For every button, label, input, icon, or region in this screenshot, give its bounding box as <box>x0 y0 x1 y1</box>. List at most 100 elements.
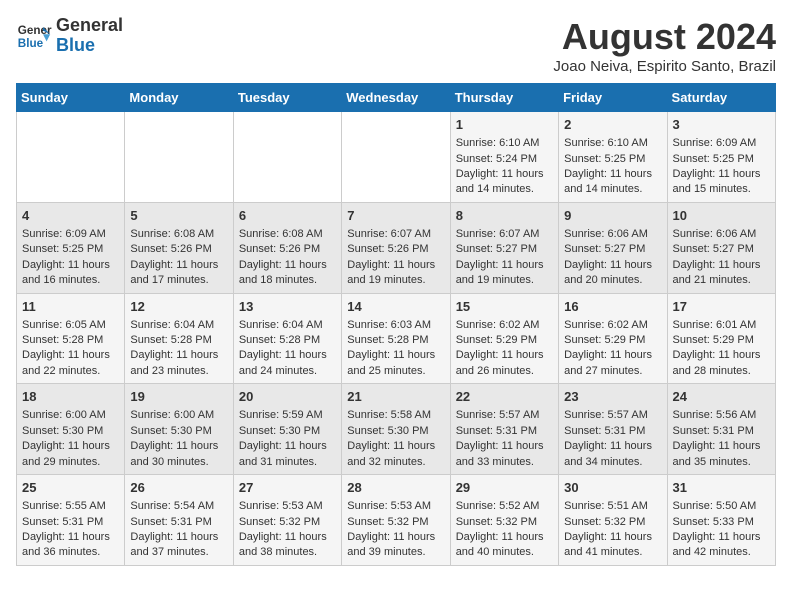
day-info: Sunset: 5:31 PM <box>564 424 661 439</box>
day-info: and 36 minutes. <box>22 545 119 560</box>
calendar-cell: 3Sunrise: 6:09 AMSunset: 5:25 PMDaylight… <box>667 112 775 203</box>
day-info: Sunset: 5:32 PM <box>239 515 336 530</box>
day-number: 24 <box>673 388 770 406</box>
calendar-cell <box>233 112 341 203</box>
day-info: Daylight: 11 hours <box>22 530 119 545</box>
day-info: and 24 minutes. <box>239 364 336 379</box>
day-info: Sunset: 5:30 PM <box>239 424 336 439</box>
day-info: Sunset: 5:31 PM <box>673 424 770 439</box>
day-info: and 19 minutes. <box>347 273 444 288</box>
calendar-cell: 14Sunrise: 6:03 AMSunset: 5:28 PMDayligh… <box>342 293 450 384</box>
calendar-cell: 18Sunrise: 6:00 AMSunset: 5:30 PMDayligh… <box>17 384 125 475</box>
day-info: Sunset: 5:24 PM <box>456 152 553 167</box>
day-info: and 40 minutes. <box>456 545 553 560</box>
day-info: Sunset: 5:28 PM <box>130 333 227 348</box>
day-number: 31 <box>673 479 770 497</box>
calendar-cell: 29Sunrise: 5:52 AMSunset: 5:32 PMDayligh… <box>450 475 558 566</box>
calendar-cell: 30Sunrise: 5:51 AMSunset: 5:32 PMDayligh… <box>559 475 667 566</box>
day-info: Sunrise: 6:08 AM <box>239 227 336 242</box>
day-info: Sunset: 5:31 PM <box>456 424 553 439</box>
calendar-cell: 25Sunrise: 5:55 AMSunset: 5:31 PMDayligh… <box>17 475 125 566</box>
day-info: and 22 minutes. <box>22 364 119 379</box>
day-number: 12 <box>130 298 227 316</box>
day-info: Sunrise: 6:09 AM <box>673 136 770 151</box>
calendar-cell: 11Sunrise: 6:05 AMSunset: 5:28 PMDayligh… <box>17 293 125 384</box>
day-number: 22 <box>456 388 553 406</box>
day-info: Sunrise: 5:51 AM <box>564 499 661 514</box>
day-info: and 28 minutes. <box>673 364 770 379</box>
day-header-sunday: Sunday <box>17 84 125 112</box>
day-number: 30 <box>564 479 661 497</box>
day-number: 13 <box>239 298 336 316</box>
day-info: Sunset: 5:32 PM <box>347 515 444 530</box>
day-info: Sunrise: 6:03 AM <box>347 318 444 333</box>
calendar-cell: 10Sunrise: 6:06 AMSunset: 5:27 PMDayligh… <box>667 202 775 293</box>
calendar-week-5: 25Sunrise: 5:55 AMSunset: 5:31 PMDayligh… <box>17 475 776 566</box>
calendar-cell: 24Sunrise: 5:56 AMSunset: 5:31 PMDayligh… <box>667 384 775 475</box>
day-info: Sunset: 5:25 PM <box>673 152 770 167</box>
day-info: Sunset: 5:29 PM <box>673 333 770 348</box>
day-info: Sunset: 5:30 PM <box>130 424 227 439</box>
day-info: Daylight: 11 hours <box>22 258 119 273</box>
day-info: Daylight: 11 hours <box>564 348 661 363</box>
day-info: Daylight: 11 hours <box>456 348 553 363</box>
day-number: 8 <box>456 207 553 225</box>
day-info: and 42 minutes. <box>673 545 770 560</box>
day-info: Daylight: 11 hours <box>347 439 444 454</box>
day-number: 1 <box>456 116 553 134</box>
calendar-cell: 17Sunrise: 6:01 AMSunset: 5:29 PMDayligh… <box>667 293 775 384</box>
day-header-monday: Monday <box>125 84 233 112</box>
day-info: Daylight: 11 hours <box>239 348 336 363</box>
day-info: Daylight: 11 hours <box>130 348 227 363</box>
day-info: Sunset: 5:33 PM <box>673 515 770 530</box>
calendar-cell: 8Sunrise: 6:07 AMSunset: 5:27 PMDaylight… <box>450 202 558 293</box>
day-info: Sunset: 5:32 PM <box>456 515 553 530</box>
day-number: 15 <box>456 298 553 316</box>
calendar-cell <box>17 112 125 203</box>
day-info: Sunrise: 6:05 AM <box>22 318 119 333</box>
day-info: Sunset: 5:29 PM <box>456 333 553 348</box>
calendar-cell: 27Sunrise: 5:53 AMSunset: 5:32 PMDayligh… <box>233 475 341 566</box>
day-info: Sunrise: 5:58 AM <box>347 408 444 423</box>
day-info: and 33 minutes. <box>456 455 553 470</box>
calendar-cell: 21Sunrise: 5:58 AMSunset: 5:30 PMDayligh… <box>342 384 450 475</box>
day-info: Sunrise: 6:02 AM <box>564 318 661 333</box>
day-info: Daylight: 11 hours <box>130 258 227 273</box>
day-number: 10 <box>673 207 770 225</box>
day-info: Sunset: 5:29 PM <box>564 333 661 348</box>
calendar-cell: 31Sunrise: 5:50 AMSunset: 5:33 PMDayligh… <box>667 475 775 566</box>
logo: General Blue General Blue <box>16 16 123 56</box>
calendar-cell <box>125 112 233 203</box>
calendar-week-4: 18Sunrise: 6:00 AMSunset: 5:30 PMDayligh… <box>17 384 776 475</box>
day-info: Daylight: 11 hours <box>456 439 553 454</box>
day-info: Sunset: 5:30 PM <box>347 424 444 439</box>
day-info: Sunset: 5:27 PM <box>564 242 661 257</box>
day-header-tuesday: Tuesday <box>233 84 341 112</box>
day-number: 17 <box>673 298 770 316</box>
calendar-cell: 13Sunrise: 6:04 AMSunset: 5:28 PMDayligh… <box>233 293 341 384</box>
day-info: Sunset: 5:30 PM <box>22 424 119 439</box>
day-info: Sunrise: 6:10 AM <box>564 136 661 151</box>
month-title: August 2024 <box>553 16 776 58</box>
day-info: Daylight: 11 hours <box>673 439 770 454</box>
day-number: 5 <box>130 207 227 225</box>
day-info: Sunrise: 6:01 AM <box>673 318 770 333</box>
day-info: Sunrise: 6:09 AM <box>22 227 119 242</box>
day-info: Sunrise: 5:53 AM <box>347 499 444 514</box>
calendar-table: SundayMondayTuesdayWednesdayThursdayFrid… <box>16 83 776 566</box>
day-number: 9 <box>564 207 661 225</box>
day-header-friday: Friday <box>559 84 667 112</box>
day-number: 29 <box>456 479 553 497</box>
day-number: 20 <box>239 388 336 406</box>
day-number: 14 <box>347 298 444 316</box>
day-info: Sunset: 5:27 PM <box>673 242 770 257</box>
calendar-cell: 6Sunrise: 6:08 AMSunset: 5:26 PMDaylight… <box>233 202 341 293</box>
day-info: Daylight: 11 hours <box>347 348 444 363</box>
calendar-week-1: 1Sunrise: 6:10 AMSunset: 5:24 PMDaylight… <box>17 112 776 203</box>
day-info: and 41 minutes. <box>564 545 661 560</box>
day-info: and 15 minutes. <box>673 182 770 197</box>
day-number: 4 <box>22 207 119 225</box>
day-info: Sunrise: 6:06 AM <box>673 227 770 242</box>
day-info: Daylight: 11 hours <box>130 530 227 545</box>
day-info: Sunrise: 5:57 AM <box>456 408 553 423</box>
